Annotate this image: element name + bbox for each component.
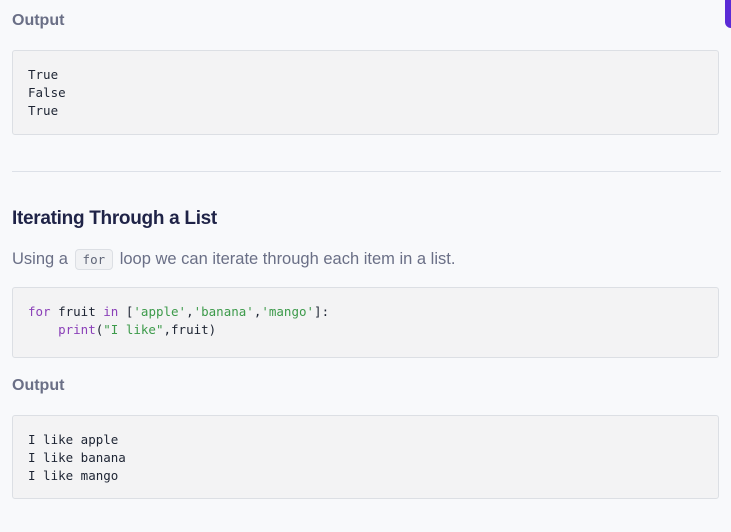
string-token: "I like" [103, 322, 164, 337]
description-text: Using a [12, 250, 68, 268]
output-line: True [28, 67, 59, 82]
output-line: True [28, 103, 59, 118]
output-line: I like apple [28, 432, 119, 447]
output-line: I like mango [28, 468, 119, 483]
accent-bar [725, 0, 731, 28]
indent-token [28, 322, 58, 337]
output-code-block: I like apple I like banana I like mango [12, 415, 719, 499]
identifier-token: ,fruit) [163, 322, 217, 337]
output-code-block: True False True [12, 50, 719, 135]
identifier-token: fruit [50, 304, 104, 319]
keyword-token: for [28, 304, 51, 319]
section-title: Iterating Through a List [12, 208, 217, 229]
section-description: Using a for loop we can iterate through … [12, 247, 455, 271]
punctuation-token: [ [118, 304, 134, 319]
code-line: print("I like",fruit) [28, 321, 703, 339]
output-line: False [28, 85, 66, 100]
punctuation-token: ]: [314, 304, 330, 319]
string-token: 'apple' [133, 304, 187, 319]
code-line: for fruit in ['apple','banana','mango']: [28, 303, 703, 321]
string-token: 'mango' [261, 304, 315, 319]
code-example-block: for fruit in ['apple','banana','mango']:… [12, 287, 719, 358]
output-line: I like banana [28, 450, 126, 465]
output-heading: Output [12, 377, 65, 394]
section-divider [12, 171, 721, 172]
description-text: loop we can iterate through each item in… [119, 250, 456, 268]
inline-code: for [74, 249, 114, 271]
output-heading: Output [12, 12, 65, 29]
punctuation-token: , [186, 304, 194, 319]
string-token: 'banana' [193, 304, 254, 319]
function-token: print [58, 322, 96, 337]
keyword-token: in [103, 304, 119, 319]
